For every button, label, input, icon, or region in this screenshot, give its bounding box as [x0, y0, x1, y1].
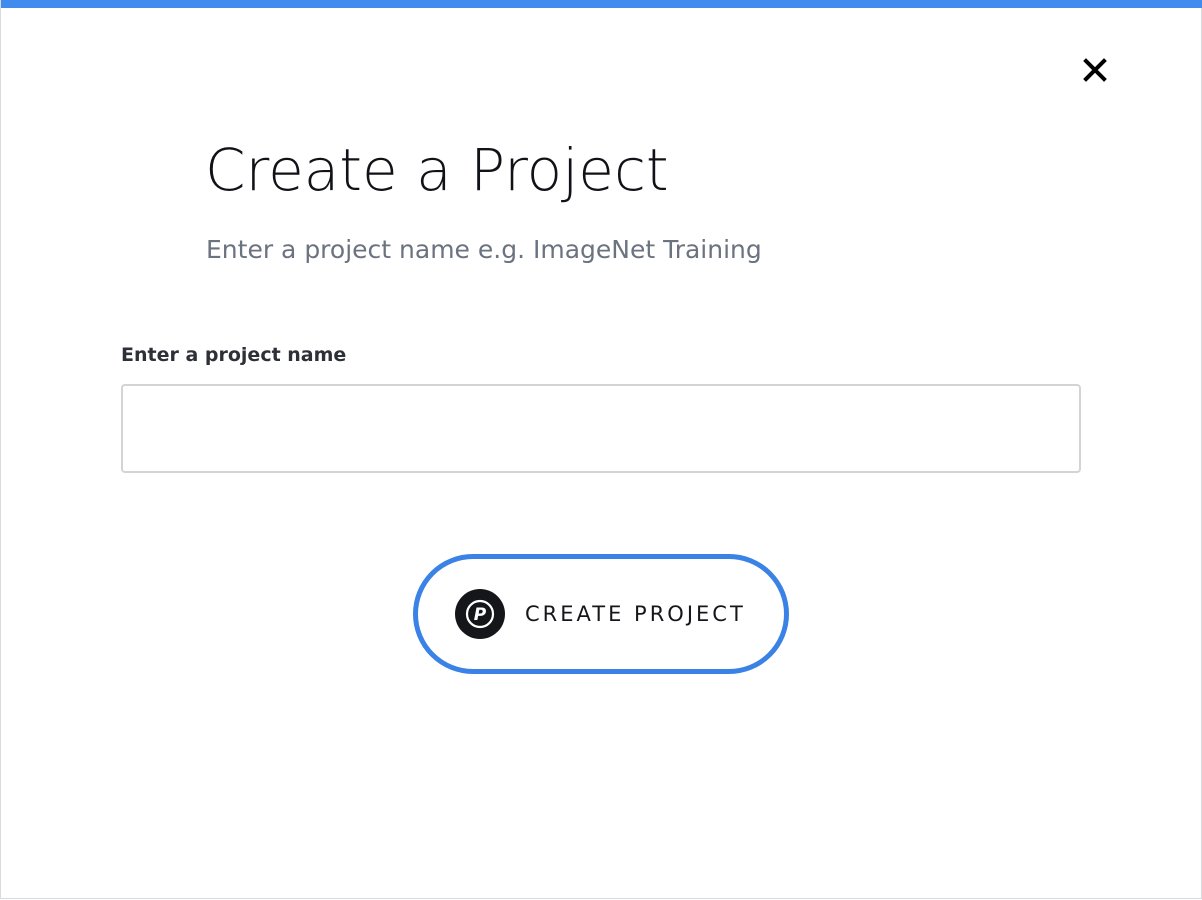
- project-name-label: Enter a project name: [121, 344, 347, 366]
- close-button[interactable]: [1081, 56, 1109, 84]
- create-project-button-label: CREATE PROJECT: [525, 602, 746, 626]
- p-logo-letter: P: [474, 605, 487, 625]
- p-logo-icon: P: [455, 589, 505, 639]
- close-icon: [1083, 58, 1107, 82]
- create-project-button[interactable]: P CREATE PROJECT: [413, 554, 789, 674]
- p-logo-glyph: P: [465, 599, 495, 629]
- create-project-modal: Create a Project Enter a project name e.…: [0, 0, 1202, 899]
- project-name-input[interactable]: [121, 384, 1081, 473]
- page-title: Create a Project: [205, 136, 669, 204]
- modal-top-accent-bar: [1, 0, 1202, 8]
- page-subtitle: Enter a project name e.g. ImageNet Train…: [206, 235, 762, 264]
